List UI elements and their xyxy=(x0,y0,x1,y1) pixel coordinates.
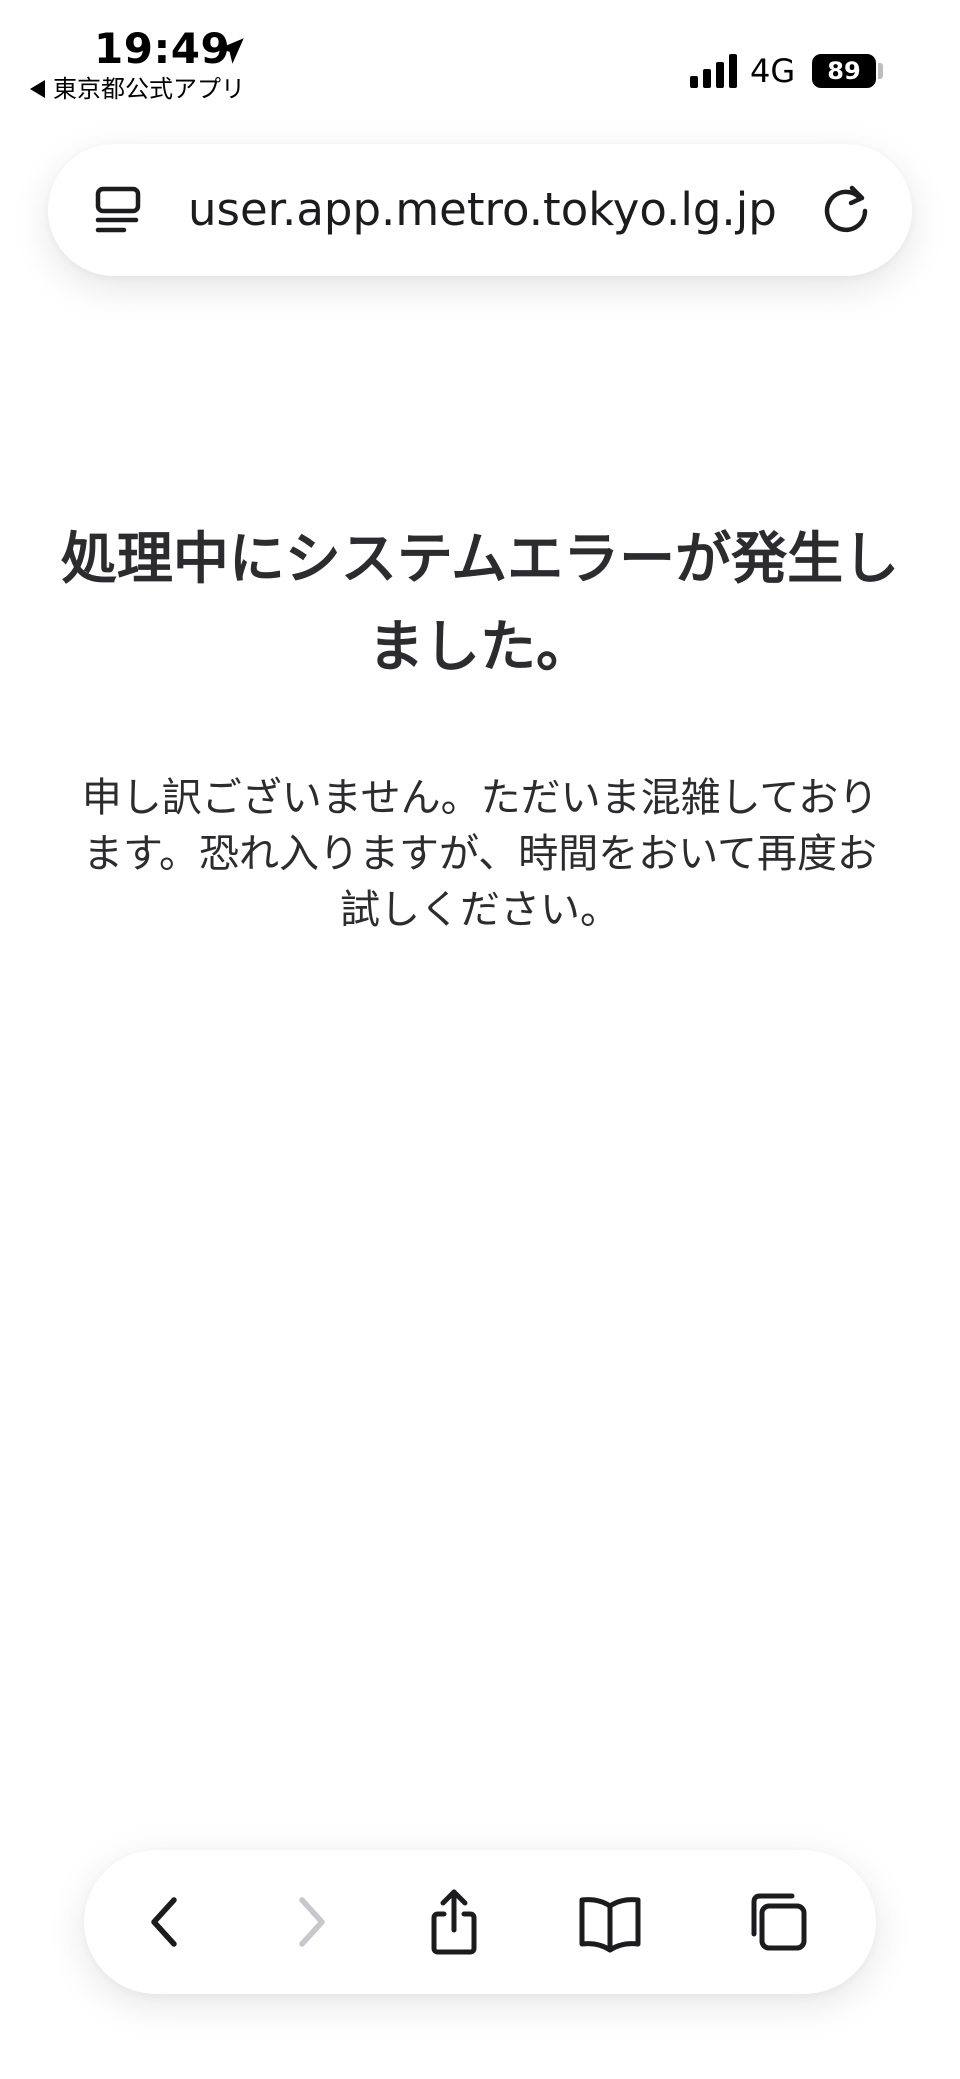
reader-mode-icon[interactable] xyxy=(92,184,144,236)
status-time: 19:49 xyxy=(94,24,231,73)
back-to-app-link[interactable]: 東京都公式アプリ xyxy=(30,74,245,104)
network-type: 4G xyxy=(750,52,796,90)
error-message: 申し訳ございません。ただいま混雑しております。恐れ入りますが、時間をおいて再度お… xyxy=(81,775,879,933)
back-triangle-icon xyxy=(30,80,45,98)
location-arrow-icon xyxy=(218,38,244,64)
book-icon xyxy=(579,1897,641,1953)
tabs-icon xyxy=(751,1893,807,1951)
chevron-right-icon xyxy=(299,1897,325,1947)
forward-button[interactable] xyxy=(274,1886,346,1958)
tabs-button[interactable] xyxy=(742,1886,814,1958)
back-button[interactable] xyxy=(130,1886,202,1958)
battery-indicator: 89 xyxy=(812,54,876,88)
url-field[interactable]: user.app.metro.tokyo.lg.jp xyxy=(188,182,828,238)
back-app-label: 東京都公式アプリ xyxy=(53,75,245,103)
reload-icon[interactable] xyxy=(816,180,876,240)
bottom-toolbar xyxy=(84,1850,876,1994)
browser-page: 19:49 東京都公式アプリ 4G 89 user.app.metro.toky… xyxy=(0,0,960,2079)
battery-cap xyxy=(878,63,883,79)
bookmarks-button[interactable] xyxy=(574,1886,646,1958)
battery-level: 89 xyxy=(827,57,861,85)
error-title: 処理中にシステムエラーが発生しました。 xyxy=(60,527,900,680)
share-icon xyxy=(431,1889,477,1955)
share-button[interactable] xyxy=(418,1886,490,1958)
chevron-left-icon xyxy=(151,1897,177,1947)
cellular-signal-icon xyxy=(690,54,737,88)
status-bar: 19:49 東京都公式アプリ 4G 89 xyxy=(0,0,960,110)
address-bar[interactable]: user.app.metro.tokyo.lg.jp xyxy=(48,144,912,276)
